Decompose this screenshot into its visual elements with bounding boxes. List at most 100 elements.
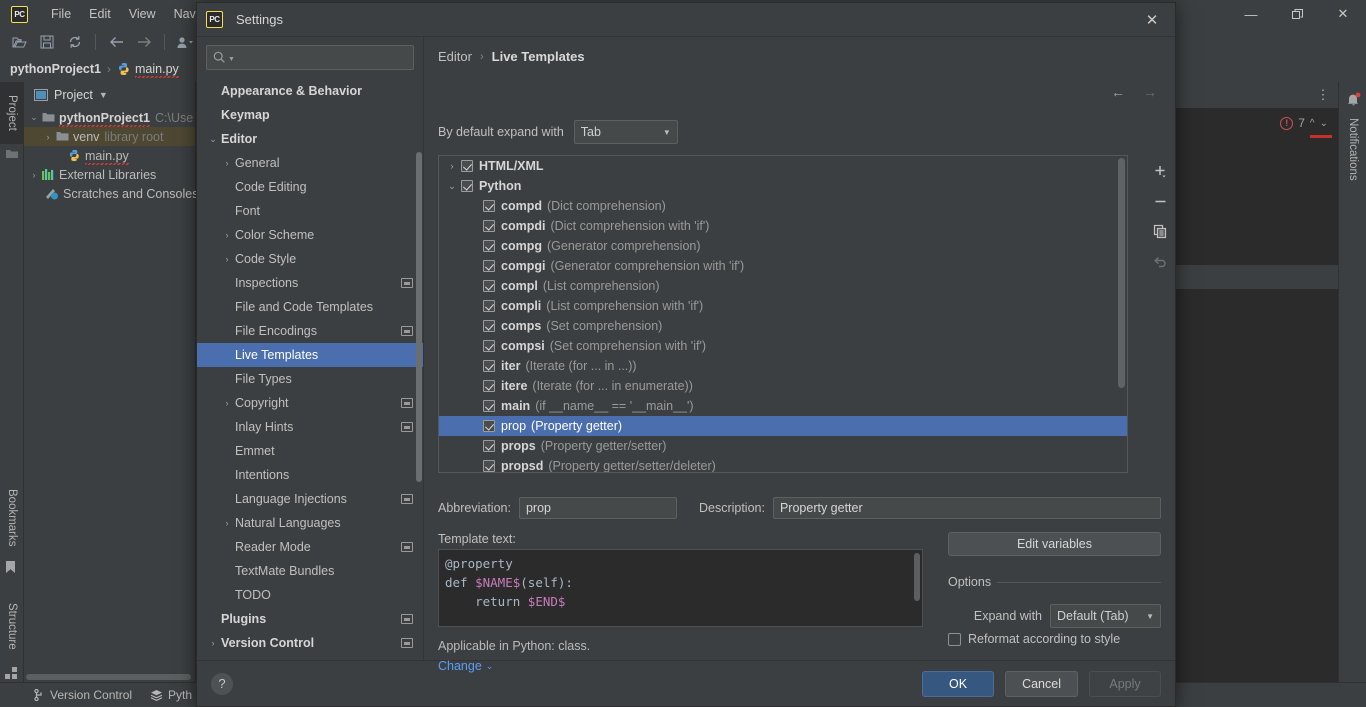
templates-scrollbar[interactable] <box>1118 158 1125 388</box>
chevron-right-icon[interactable]: › <box>443 161 461 171</box>
chevron-right-icon[interactable]: › <box>219 518 235 528</box>
close-icon[interactable]: ✕ <box>1320 0 1366 28</box>
sidebar-item-keymap[interactable]: Keymap <box>197 103 423 127</box>
edit-variables-button[interactable]: Edit variables <box>948 532 1161 556</box>
project-horizontal-scrollbar[interactable] <box>26 674 191 680</box>
template-row[interactable]: props(Property getter/setter) <box>439 436 1127 456</box>
template-checkbox[interactable] <box>483 360 495 372</box>
editor-more-icon[interactable]: ⋮ <box>1314 91 1332 99</box>
template-checkbox[interactable] <box>483 280 495 292</box>
template-row[interactable]: compgi(Generator comprehension with 'if'… <box>439 256 1127 276</box>
tree-row[interactable]: › venv library root <box>24 127 195 146</box>
template-checkbox[interactable] <box>483 320 495 332</box>
expand-arrow-icon[interactable]: ⌄ <box>28 112 40 123</box>
sidebar-item-notifications[interactable]: Notifications <box>1339 118 1366 181</box>
template-row[interactable]: ›HTML/XML <box>439 156 1127 176</box>
back-arrow-icon[interactable] <box>105 31 127 53</box>
sidebar-item-file-and-code-templates[interactable]: File and Code Templates <box>197 295 423 319</box>
sidebar-item-version-control[interactable]: ›Version Control <box>197 631 423 655</box>
sidebar-item-inspections[interactable]: Inspections <box>197 271 423 295</box>
reformat-checkbox[interactable] <box>948 633 961 646</box>
expand-arrow-icon[interactable]: › <box>42 132 54 142</box>
help-icon[interactable]: ? <box>211 673 233 695</box>
templates-list[interactable]: ›HTML/XML⌄Pythoncompd(Dict comprehension… <box>438 155 1128 473</box>
sidebar-item-emmet[interactable]: Emmet <box>197 439 423 463</box>
chevron-right-icon[interactable]: › <box>219 230 235 240</box>
template-checkbox[interactable] <box>483 380 495 392</box>
error-stripe-marker[interactable] <box>1310 135 1332 138</box>
tree-row[interactable]: main.py <box>24 146 195 165</box>
search-box[interactable]: ▼ <box>206 45 414 70</box>
menu-edit[interactable]: Edit <box>80 5 120 23</box>
sidebar-item-structure[interactable]: Structure <box>0 592 24 660</box>
description-input[interactable]: Property getter <box>773 497 1161 519</box>
template-row[interactable]: iter(Iterate (for ... in ...)) <box>439 356 1127 376</box>
sidebar-item-plugins[interactable]: Plugins <box>197 607 423 631</box>
save-icon[interactable] <box>36 31 58 53</box>
template-row[interactable]: main(if __name__ == '__main__') <box>439 396 1127 416</box>
template-row[interactable]: prop(Property getter) <box>439 416 1127 436</box>
notifications-bell-icon[interactable] <box>1346 92 1361 107</box>
template-checkbox[interactable] <box>483 340 495 352</box>
chevron-right-icon[interactable]: › <box>219 158 235 168</box>
statusbar-version-control[interactable]: Version Control <box>34 688 132 702</box>
inspection-widget[interactable]: ! 7 ^ ⌄ <box>1280 116 1328 130</box>
sidebar-item-bookmarks[interactable]: Bookmarks <box>0 482 24 554</box>
template-text-scrollbar[interactable] <box>914 553 920 601</box>
cancel-button[interactable]: Cancel <box>1005 671 1078 697</box>
sidebar-item-color-scheme[interactable]: ›Color Scheme <box>197 223 423 247</box>
sidebar-item-reader-mode[interactable]: Reader Mode <box>197 535 423 559</box>
template-row[interactable]: itere(Iterate (for ... in enumerate)) <box>439 376 1127 396</box>
template-checkbox[interactable] <box>461 180 473 192</box>
expand-with-option-dropdown[interactable]: Default (Tab) ▼ <box>1050 604 1161 628</box>
template-checkbox[interactable] <box>483 400 495 412</box>
next-problem-icon[interactable]: ⌄ <box>1320 118 1328 129</box>
expand-arrow-icon[interactable]: › <box>28 170 40 180</box>
menu-view[interactable]: View <box>120 5 165 23</box>
tree-row[interactable]: ⌄ pythonProject1 C:\Use <box>24 108 195 127</box>
template-checkbox[interactable] <box>483 220 495 232</box>
template-row[interactable]: comps(Set comprehension) <box>439 316 1127 336</box>
tree-row[interactable]: Scratches and Consoles <box>24 184 195 203</box>
sidebar-item-language-injections[interactable]: Language Injections <box>197 487 423 511</box>
chevron-down-icon[interactable]: ▼ <box>99 90 108 100</box>
nav-back-icon[interactable]: ← <box>1107 81 1129 103</box>
user-avatar-icon[interactable] <box>174 31 196 53</box>
sidebar-item-inlay-hints[interactable]: Inlay Hints <box>197 415 423 439</box>
template-row[interactable]: compl(List comprehension) <box>439 276 1127 296</box>
close-icon[interactable]: ✕ <box>1129 3 1175 37</box>
remove-icon[interactable] <box>1150 191 1170 211</box>
chevron-right-icon[interactable]: › <box>219 254 235 264</box>
add-icon[interactable] <box>1150 161 1170 181</box>
template-row[interactable]: propsd(Property getter/setter/deleter) <box>439 456 1127 473</box>
sidebar-item-file-types[interactable]: File Types <box>197 367 423 391</box>
chevron-right-icon[interactable]: › <box>219 398 235 408</box>
sidebar-item-general[interactable]: ›General <box>197 151 423 175</box>
sidebar-item-copyright[interactable]: ›Copyright <box>197 391 423 415</box>
breadcrumb-project[interactable]: pythonProject1 <box>10 62 101 76</box>
template-row[interactable]: compli(List comprehension with 'if') <box>439 296 1127 316</box>
sidebar-item-file-encodings[interactable]: File Encodings <box>197 319 423 343</box>
template-checkbox[interactable] <box>483 200 495 212</box>
template-checkbox[interactable] <box>483 240 495 252</box>
chevron-right-icon[interactable]: › <box>205 638 221 648</box>
menu-file[interactable]: File <box>42 5 80 23</box>
sidebar-item-font[interactable]: Font <box>197 199 423 223</box>
sync-icon[interactable] <box>64 31 86 53</box>
reformat-option-row[interactable]: Reformat according to style <box>948 632 1161 646</box>
apply-button[interactable]: Apply <box>1089 671 1161 697</box>
change-context-link[interactable]: Change ⌄ <box>438 659 493 673</box>
template-checkbox[interactable] <box>461 160 473 172</box>
sidebar-item-textmate-bundles[interactable]: TextMate Bundles <box>197 559 423 583</box>
template-text-editor[interactable]: @property def $NAME$(self): return $END$ <box>438 549 923 627</box>
prev-problem-icon[interactable]: ^ <box>1310 118 1315 129</box>
sidebar-item-todo[interactable]: TODO <box>197 583 423 607</box>
template-checkbox[interactable] <box>483 260 495 272</box>
maximize-icon[interactable] <box>1274 0 1320 28</box>
template-checkbox[interactable] <box>483 300 495 312</box>
template-row[interactable]: ⌄Python <box>439 176 1127 196</box>
search-input[interactable] <box>239 51 407 65</box>
chevron-down-icon[interactable]: ⌄ <box>443 181 461 192</box>
sidebar-item-code-editing[interactable]: Code Editing <box>197 175 423 199</box>
chevron-down-icon[interactable]: ⌄ <box>205 134 221 145</box>
